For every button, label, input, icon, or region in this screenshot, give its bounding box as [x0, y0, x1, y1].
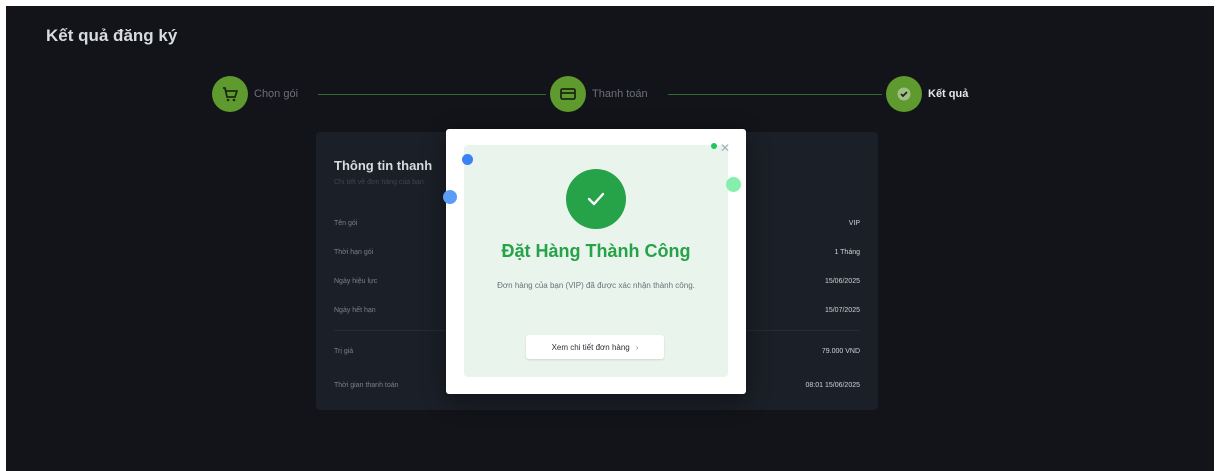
chevron-right-icon: › — [635, 342, 639, 352]
info-value: 15/06/2025 — [824, 278, 860, 285]
card-icon — [550, 76, 586, 112]
page-title: Kết quả đăng ký — [46, 26, 178, 45]
step-result[interactable]: Kết quả — [886, 74, 968, 114]
modal-heading: Đặt Hàng Thành Công — [501, 241, 691, 261]
info-label: Ngày hiệu lực — [334, 278, 378, 285]
info-label: Tên gói — [334, 220, 358, 227]
confetti-dot — [443, 190, 457, 204]
checkmark-icon — [566, 169, 626, 229]
confetti-dot — [462, 154, 473, 165]
info-value: VIP — [848, 220, 860, 227]
view-order-details-label: Xem chi tiết đơn hàng — [551, 342, 630, 352]
modal-description: Đơn hàng của bạn (VIP) đã được xác nhận … — [497, 281, 695, 290]
confetti-dot — [711, 143, 717, 149]
info-value: 08:01 15/06/2025 — [805, 382, 861, 389]
cart-icon — [212, 76, 248, 112]
info-label: Thời hạn gói — [334, 249, 374, 256]
step-payment[interactable]: Thanh toán — [550, 74, 648, 114]
order-success-modal: ✕ Đặt Hàng Thành Công Đơn hàng của bạn (… — [443, 129, 746, 394]
info-label: Ngày hết hạn — [334, 307, 376, 314]
info-card-title: Thông tin thanh — [334, 158, 433, 173]
info-card-subtitle: Chi tiết về đơn hàng của bạn — [334, 179, 424, 186]
info-value: 79.000 VND — [821, 348, 860, 355]
step-choose-package[interactable]: Chọn gói — [212, 74, 298, 114]
check-icon — [886, 76, 922, 112]
step-label-choose-package: Chọn gói — [254, 88, 299, 100]
step-connector-1 — [318, 94, 546, 95]
info-value: 15/07/2025 — [824, 307, 860, 314]
info-value: 1 Tháng — [834, 249, 860, 256]
view-order-details-button[interactable]: Xem chi tiết đơn hàng › — [526, 335, 664, 359]
app-window: Kết quả đăng ký Chọn gói Thanh toán Kết … — [6, 6, 1214, 471]
close-icon[interactable]: ✕ — [720, 141, 730, 155]
step-label-result: Kết quả — [928, 88, 969, 100]
info-label: Trị giá — [334, 348, 354, 355]
confetti-dot — [726, 177, 741, 192]
step-label-payment: Thanh toán — [592, 88, 648, 100]
progress-stepper: Chọn gói Thanh toán Kết quả — [6, 74, 1214, 114]
step-connector-2 — [668, 94, 882, 95]
info-label: Thời gian thanh toán — [334, 382, 399, 389]
